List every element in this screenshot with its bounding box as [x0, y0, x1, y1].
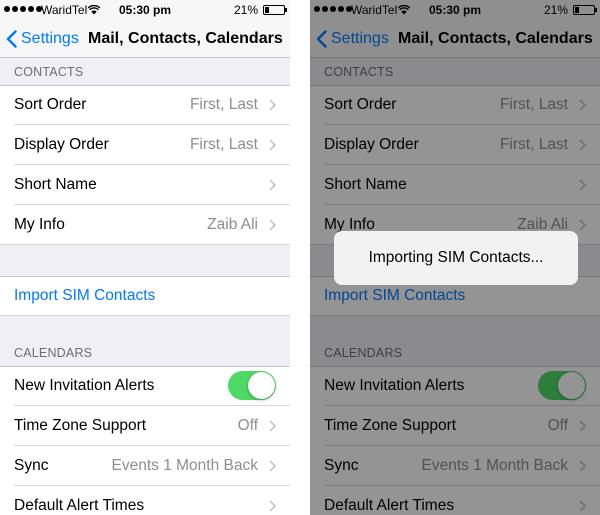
row-label: Short Name	[14, 176, 97, 193]
row-default-alert-times[interactable]: Default Alert Times	[0, 486, 290, 515]
row-my-info[interactable]: My Info Zaib Ali	[0, 205, 290, 245]
battery-icon	[263, 5, 287, 15]
row-display-order[interactable]: Display Order First, Last	[0, 125, 290, 165]
status-bar: WaridTel 05:30 pm 21%	[0, 0, 290, 20]
page-title: Mail, Contacts, Calendars	[88, 30, 283, 47]
back-button[interactable]: Settings	[6, 20, 79, 58]
row-label: Import SIM Contacts	[14, 287, 156, 304]
row-value: First, Last	[189, 136, 258, 153]
row-label: New Invitation Alerts	[14, 377, 155, 394]
chevron-right-icon	[269, 139, 276, 151]
battery-fill	[265, 7, 270, 13]
chevron-right-icon	[269, 99, 276, 111]
back-button-label: Settings	[21, 30, 79, 47]
chevron-right-icon	[269, 219, 276, 231]
chevron-right-icon	[269, 460, 276, 472]
new-invitation-alerts-toggle[interactable]	[228, 371, 276, 400]
row-label: Sort Order	[14, 96, 87, 113]
chevron-right-icon	[269, 420, 276, 432]
phone-screen-before: WaridTel 05:30 pm 21% Settings Mail, Con…	[0, 0, 290, 515]
row-sync[interactable]: Sync Events 1 Month Back	[0, 446, 290, 486]
toggle-knob	[248, 372, 275, 399]
chevron-right-icon	[269, 179, 276, 191]
row-sort-order[interactable]: Sort Order First, Last	[0, 85, 290, 125]
importing-progress-hud: Importing SIM Contacts...	[334, 231, 578, 285]
row-short-name[interactable]: Short Name	[0, 165, 290, 205]
row-value: First, Last	[189, 96, 258, 113]
row-time-zone-support[interactable]: Time Zone Support Off	[0, 406, 290, 446]
navigation-bar: Settings Mail, Contacts, Calendars	[0, 20, 290, 58]
row-value: Events 1 Month Back	[111, 457, 258, 474]
phone-screen-importing: WaridTel 05:30 pm 21% Settings Mail, Con…	[310, 0, 600, 515]
row-value: Off	[237, 417, 258, 434]
row-value: Zaib Ali	[207, 216, 258, 233]
row-label: Sync	[14, 457, 49, 474]
chevron-right-icon	[269, 500, 276, 512]
chevron-left-icon	[6, 30, 17, 48]
row-label: Default Alert Times	[14, 497, 145, 514]
row-label: My Info	[14, 216, 65, 233]
screenshot-pair: WaridTel 05:30 pm 21% Settings Mail, Con…	[0, 0, 600, 515]
section-header-contacts: CONTACTS	[14, 65, 84, 79]
section-header-calendars: CALENDARS	[14, 346, 93, 360]
row-label: Time Zone Support	[14, 417, 147, 434]
row-new-invitation-alerts: New Invitation Alerts	[0, 366, 290, 406]
battery-percentage: 21%	[233, 3, 258, 17]
import-sim-contacts-button[interactable]: Import SIM Contacts	[0, 276, 290, 316]
row-label: Display Order	[14, 136, 109, 153]
